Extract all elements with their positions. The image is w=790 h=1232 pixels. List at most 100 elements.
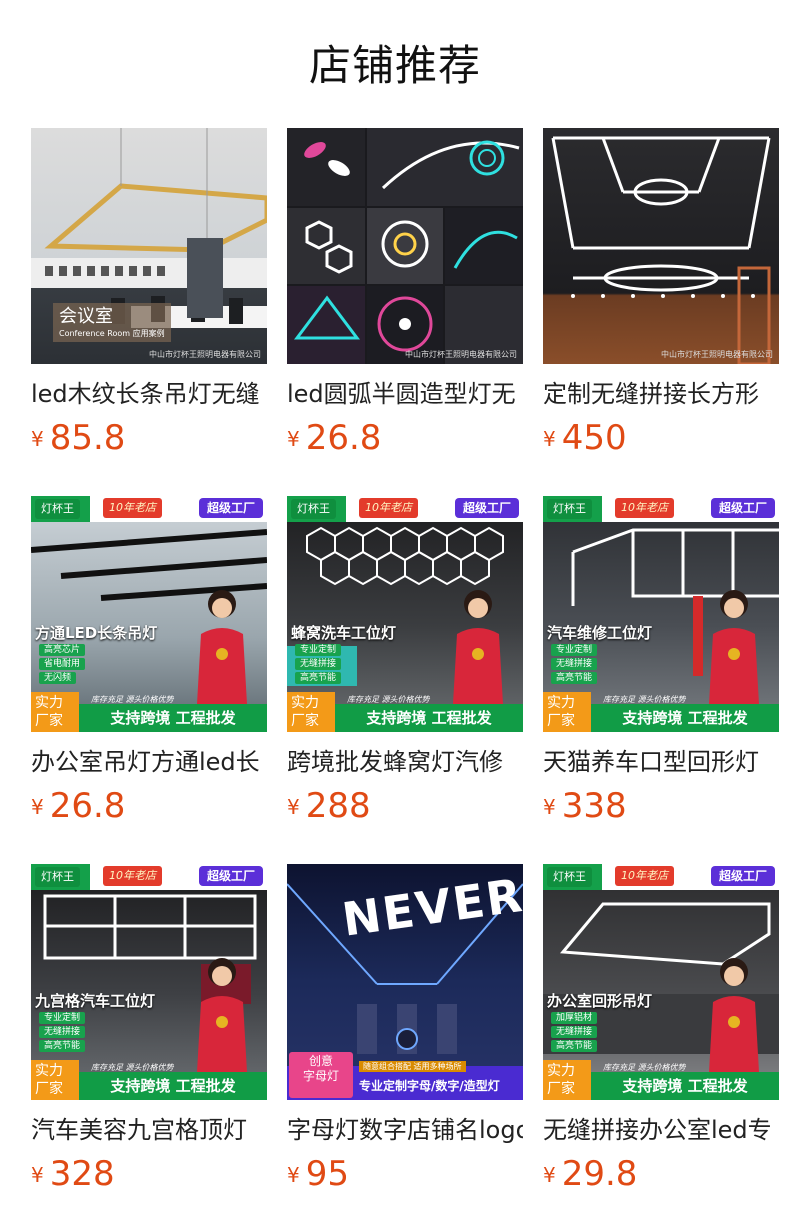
product-image[interactable]: 灯杯王 10年老店 超级工厂 汽车维修工位灯 专业定制 无缝拼接 高亮节能 库存… — [543, 496, 779, 732]
banner-title: 蜂窝洗车工位灯 — [291, 624, 397, 642]
light-collage-illustration — [287, 128, 523, 364]
product-image[interactable]: 灯杯王 10年老店 超级工厂 九宫格汽车工位灯 专业定制 无缝拼接 高亮节能 库… — [31, 864, 267, 1100]
model-figure — [197, 590, 247, 704]
banner-title: 方通LED长条吊灯 — [35, 624, 158, 642]
letters-note: 随意组合搭配 适用多种场所 — [359, 1061, 466, 1072]
support-bar: 支持跨境 工程批发 — [591, 704, 779, 732]
feature-tag: 高亮节能 — [551, 672, 598, 684]
product-price: ¥338 — [543, 784, 627, 828]
price-amount: 85.8 — [49, 418, 126, 458]
product-card[interactable]: 中山市灯杯王照明电器有限公司 定制无缝拼接长方形 ¥450 — [543, 128, 779, 496]
price-amount: 338 — [561, 786, 627, 826]
support-bar: 支持跨境 工程批发 — [591, 1072, 779, 1100]
product-card[interactable]: 中山市灯杯王照明电器有限公司 led圆弧半圆造型灯无 ¥26.8 — [287, 128, 523, 496]
price-amount: 26.8 — [305, 418, 382, 458]
price-amount: 95 — [305, 1154, 349, 1194]
product-name[interactable]: led圆弧半圆造型灯无 — [287, 377, 523, 411]
currency-symbol: ¥ — [287, 795, 300, 819]
product-price: ¥26.8 — [287, 416, 381, 460]
product-image[interactable]: 灯杯王 10年老店 超级工厂 蜂窝洗车工位灯 专业定制 无缝拼接 高亮节能 库存… — [287, 496, 523, 732]
strength-line1: 实力 — [291, 695, 319, 711]
model-figure — [197, 958, 247, 1072]
product-name[interactable]: 定制无缝拼接长方形 — [543, 377, 779, 411]
product-image[interactable]: NEVER GIVE 随意组合搭配 适用多种场所 创意 字母灯 专业定制字母/数… — [287, 864, 523, 1100]
image-watermark: 中山市灯杯王照明电器有限公司 — [149, 350, 261, 359]
currency-symbol: ¥ — [287, 427, 300, 451]
product-card[interactable]: 灯杯王 10年老店 超级工厂 蜂窝洗车工位灯 专业定制 无缝拼接 高亮节能 库存… — [287, 496, 523, 864]
product-image[interactable]: 灯杯王 10年老店 超级工厂 方通LED长条吊灯 高亮芯片 省电耐用 无闪频 库… — [31, 496, 267, 732]
feature-tag: 专业定制 — [551, 644, 598, 656]
price-amount: 328 — [49, 1154, 115, 1194]
court-light-illustration — [551, 136, 771, 364]
product-price: ¥29.8 — [543, 1152, 637, 1196]
strength-badge: 实力 厂家 — [31, 692, 79, 732]
price-amount: 29.8 — [561, 1154, 638, 1194]
image-watermark: 中山市灯杯王照明电器有限公司 — [405, 350, 517, 359]
feature-tag: 专业定制 — [295, 644, 342, 656]
strength-badge: 实力 厂家 — [543, 692, 591, 732]
model-figure — [709, 958, 759, 1072]
strength-badge: 实力 厂家 — [287, 692, 335, 732]
product-card[interactable]: 灯杯王 10年老店 超级工厂 方通LED长条吊灯 高亮芯片 省电耐用 无闪频 库… — [31, 496, 267, 864]
strength-line2: 厂家 — [547, 713, 575, 729]
model-figure — [709, 590, 759, 704]
product-card[interactable]: 灯杯王 10年老店 超级工厂 九宫格汽车工位灯 专业定制 无缝拼接 高亮节能 库… — [31, 864, 267, 1232]
banner-title: 办公室回形吊灯 — [547, 992, 653, 1010]
caption-title: 会议室 — [59, 306, 113, 327]
strength-line2: 厂家 — [547, 1081, 575, 1097]
product-card[interactable]: 灯杯王 10年老店 超级工厂 办公室回形吊灯 加厚铝材 无缝拼接 高亮节能 库存… — [543, 864, 779, 1232]
product-image[interactable]: 中山市灯杯王照明电器有限公司 — [287, 128, 523, 364]
feature-list: 专业定制 无缝拼接 高亮节能 — [39, 1012, 86, 1052]
product-price: ¥328 — [31, 1152, 115, 1196]
feature-list: 加厚铝材 无缝拼接 高亮节能 — [551, 1012, 598, 1052]
support-bar: 支持跨境 工程批发 — [79, 704, 267, 732]
product-name[interactable]: 办公室吊灯方通led长 — [31, 745, 267, 779]
feature-list: 专业定制 无缝拼接 高亮节能 — [295, 644, 342, 684]
strength-badge: 实力 厂家 — [543, 1060, 591, 1100]
letters-tag-line2: 字母灯 — [302, 1069, 339, 1083]
product-card[interactable]: NEVER GIVE 随意组合搭配 适用多种场所 创意 字母灯 专业定制字母/数… — [287, 864, 523, 1232]
feature-list: 高亮芯片 省电耐用 无闪频 — [39, 644, 86, 684]
model-figure — [453, 590, 503, 704]
feature-tag: 无缝拼接 — [551, 658, 598, 670]
product-name[interactable]: 跨境批发蜂窝灯汽修 — [287, 745, 523, 779]
product-name[interactable]: 汽车美容九宫格顶灯 — [31, 1113, 267, 1147]
strength-line2: 厂家 — [291, 713, 319, 729]
strength-line2: 厂家 — [35, 1081, 63, 1097]
product-name[interactable]: 字母灯数字店铺名logo — [287, 1113, 523, 1147]
caption-subtitle: Conference Room 应用案例 — [59, 329, 165, 338]
product-name[interactable]: led木纹长条吊灯无缝 — [31, 377, 267, 411]
banner-title: 汽车维修工位灯 — [547, 624, 653, 642]
currency-symbol: ¥ — [31, 427, 44, 451]
product-name[interactable]: 天猫养车口型回形灯 — [543, 745, 779, 779]
product-price: ¥288 — [287, 784, 371, 828]
currency-symbol: ¥ — [287, 1163, 300, 1187]
product-card[interactable]: 会议室 Conference Room 应用案例 中山市灯杯王照明电器有限公司 … — [31, 128, 267, 496]
page-title: 店铺推荐 — [308, 41, 481, 90]
banner-title: 九宫格汽车工位灯 — [35, 992, 156, 1010]
feature-tag: 无缝拼接 — [39, 1026, 86, 1038]
feature-tag: 高亮节能 — [295, 672, 342, 684]
price-amount: 450 — [561, 418, 627, 458]
feature-tag: 省电耐用 — [39, 658, 86, 670]
feature-tag: 专业定制 — [39, 1012, 86, 1024]
product-image[interactable]: 中山市灯杯王照明电器有限公司 — [543, 128, 779, 364]
strength-badge: 实力 厂家 — [31, 1060, 79, 1100]
product-name[interactable]: 无缝拼接办公室led专 — [543, 1113, 779, 1147]
feature-tag: 无缝拼接 — [295, 658, 342, 670]
currency-symbol: ¥ — [543, 1163, 556, 1187]
feature-tag: 无闪频 — [39, 672, 77, 684]
strength-line1: 实力 — [547, 695, 575, 711]
letters-tag: 创意 字母灯 — [289, 1052, 353, 1098]
currency-symbol: ¥ — [31, 795, 44, 819]
product-image[interactable]: 灯杯王 10年老店 超级工厂 办公室回形吊灯 加厚铝材 无缝拼接 高亮节能 库存… — [543, 864, 779, 1100]
product-image[interactable]: 会议室 Conference Room 应用案例 中山市灯杯王照明电器有限公司 — [31, 128, 267, 364]
feature-tag: 高亮节能 — [39, 1040, 86, 1052]
price-amount: 26.8 — [49, 786, 126, 826]
strength-line2: 厂家 — [35, 713, 63, 729]
support-bar: 支持跨境 工程批发 — [79, 1072, 267, 1100]
strength-line1: 实力 — [35, 1063, 63, 1079]
product-price: ¥85.8 — [31, 416, 125, 460]
letters-tag-line1: 创意 — [308, 1054, 333, 1068]
product-card[interactable]: 灯杯王 10年老店 超级工厂 汽车维修工位灯 专业定制 无缝拼接 高亮节能 库存… — [543, 496, 779, 864]
